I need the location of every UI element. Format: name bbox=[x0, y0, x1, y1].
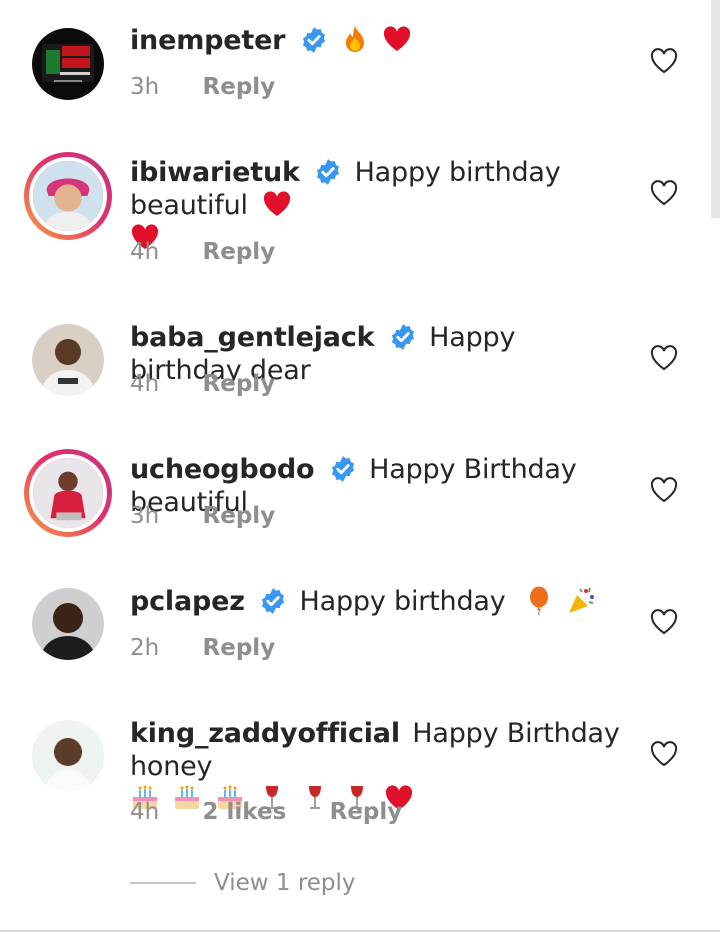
party-popper-emoji-icon bbox=[569, 587, 595, 613]
comment-username[interactable]: ibiwarietuk bbox=[130, 157, 300, 188]
comment-time: 3h bbox=[130, 503, 160, 529]
comment-time: 2h bbox=[130, 635, 160, 661]
comment-username[interactable]: king_zaddyofficial bbox=[130, 718, 400, 749]
view-replies-label[interactable]: View 1 reply bbox=[214, 866, 356, 900]
red-heart-emoji-icon bbox=[384, 26, 411, 51]
comment-meta: 3h Reply bbox=[130, 502, 311, 530]
comment-time: 3h bbox=[130, 74, 160, 100]
avatar[interactable] bbox=[32, 720, 104, 792]
like-heart-icon[interactable] bbox=[650, 741, 678, 767]
reply-button[interactable]: Reply bbox=[203, 371, 276, 397]
likes-count[interactable]: 2 likes bbox=[203, 799, 287, 825]
comment-body: Happy birthday bbox=[299, 586, 506, 617]
balloon-emoji-icon bbox=[529, 586, 548, 615]
comment-username[interactable]: baba_gentlejack bbox=[130, 322, 375, 353]
red-heart-emoji-icon bbox=[264, 191, 291, 216]
avatar[interactable] bbox=[32, 324, 104, 396]
verified-badge-icon bbox=[317, 159, 340, 185]
like-heart-icon[interactable] bbox=[650, 345, 678, 371]
avatar[interactable] bbox=[32, 588, 104, 660]
avatar-story-ring[interactable] bbox=[24, 152, 112, 240]
avatar[interactable] bbox=[32, 28, 104, 100]
comment-meta: 4h Reply bbox=[130, 370, 311, 398]
like-heart-icon[interactable] bbox=[650, 609, 678, 635]
reply-button[interactable]: Reply bbox=[203, 74, 276, 100]
avatar-image bbox=[33, 161, 103, 231]
comment-meta: 4h Reply bbox=[130, 238, 311, 266]
fire-emoji-icon bbox=[346, 26, 365, 52]
comment-text: pclapez Happy birthday bbox=[130, 585, 630, 618]
avatar-story-ring[interactable] bbox=[24, 449, 112, 537]
verified-badge-icon bbox=[331, 456, 354, 482]
scrollbar[interactable] bbox=[711, 0, 720, 218]
comment-meta: 3h Reply bbox=[130, 73, 311, 101]
comment-meta: 2h Reply bbox=[130, 634, 311, 662]
avatar-image bbox=[33, 458, 103, 528]
verified-badge-icon bbox=[391, 324, 414, 350]
avatar-image bbox=[32, 28, 104, 100]
like-heart-icon[interactable] bbox=[650, 48, 678, 74]
replies-divider-line bbox=[130, 882, 196, 884]
avatar-image bbox=[32, 324, 104, 396]
avatar-image bbox=[32, 720, 104, 792]
comment-time: 4h bbox=[130, 239, 160, 265]
comment-text: inempeter bbox=[130, 24, 630, 57]
reply-button[interactable]: Reply bbox=[203, 239, 276, 265]
avatar-image bbox=[32, 588, 104, 660]
verified-badge-icon bbox=[262, 588, 285, 614]
comment-time: 4h bbox=[130, 799, 160, 825]
verified-badge-icon bbox=[302, 27, 325, 53]
reply-button[interactable]: Reply bbox=[330, 799, 403, 825]
reply-button[interactable]: Reply bbox=[203, 635, 276, 661]
reply-button[interactable]: Reply bbox=[203, 503, 276, 529]
like-heart-icon[interactable] bbox=[650, 180, 678, 206]
like-heart-icon[interactable] bbox=[650, 477, 678, 503]
comment-username[interactable]: inempeter bbox=[130, 25, 285, 56]
bottom-divider bbox=[0, 930, 720, 932]
comment-meta: 4h 2 likes Reply bbox=[130, 798, 438, 826]
comment-username[interactable]: ucheogbodo bbox=[130, 454, 315, 485]
comment-time: 4h bbox=[130, 371, 160, 397]
comment-username[interactable]: pclapez bbox=[130, 586, 245, 617]
